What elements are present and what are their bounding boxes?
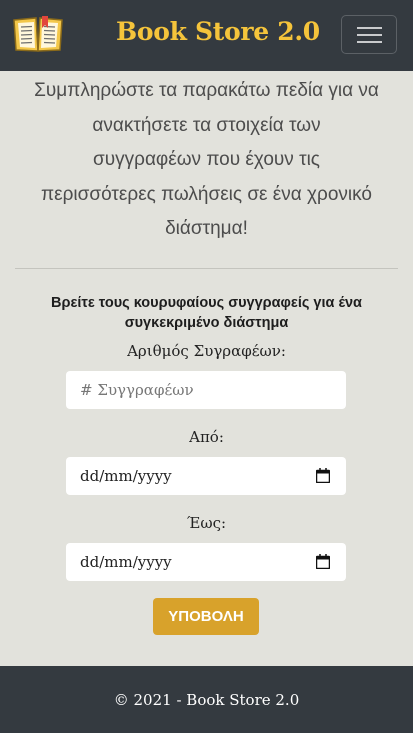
calendar-icon[interactable] [316,554,330,569]
footer: © 2021 - Book Store 2.0 [0,666,413,733]
form-heading: Βρείτε τους κουρυφαίους συγγραφείς για έ… [20,293,393,333]
menu-toggle-button[interactable] [341,15,397,54]
navbar: Book Store 2.0 [0,0,413,71]
authors-count-placeholder: # Συγγραφέων [80,381,194,399]
to-date-input[interactable]: dd/mm/yyyy [66,543,346,581]
from-date-label: Από: [189,428,224,446]
intro-line: περισσότερες πωλήσεις σε ένα χρονικό [41,183,372,205]
calendar-icon[interactable] [316,468,330,483]
form-heading-line: Βρείτε τους κουρυφαίους συγγραφείς για έ… [51,295,362,311]
to-date-value: dd/mm/yyyy [80,553,172,571]
brand-title[interactable]: Book Store 2.0 [116,17,320,46]
open-book-icon[interactable] [12,14,64,54]
footer-copyright: © 2021 - Book Store 2.0 [113,690,300,709]
from-date-input[interactable]: dd/mm/yyyy [66,457,346,495]
intro-line: συγγραφέων που έχουν τις [93,149,320,170]
form-heading-line: συγκεκριμένο διάστημα [124,315,289,331]
submit-button[interactable]: ΥΠΟΒΟΛΗ [153,598,259,635]
intro-line: διάστημα! [165,218,248,239]
intro-line: ανακτήσετε τα στοιχεία των [92,114,321,136]
intro-text: Συμπληρώστε τα παρακάτω πεδία για να ανα… [10,74,403,247]
intro-line: Συμπληρώστε τα παρακάτω πεδία για να [34,80,379,101]
authors-count-label: Αριθμός Συγραφέων: [127,342,286,360]
divider [15,268,398,269]
to-date-label: Έως: [186,514,227,532]
authors-count-input[interactable]: # Συγγραφέων [66,371,346,409]
from-date-value: dd/mm/yyyy [80,467,172,485]
